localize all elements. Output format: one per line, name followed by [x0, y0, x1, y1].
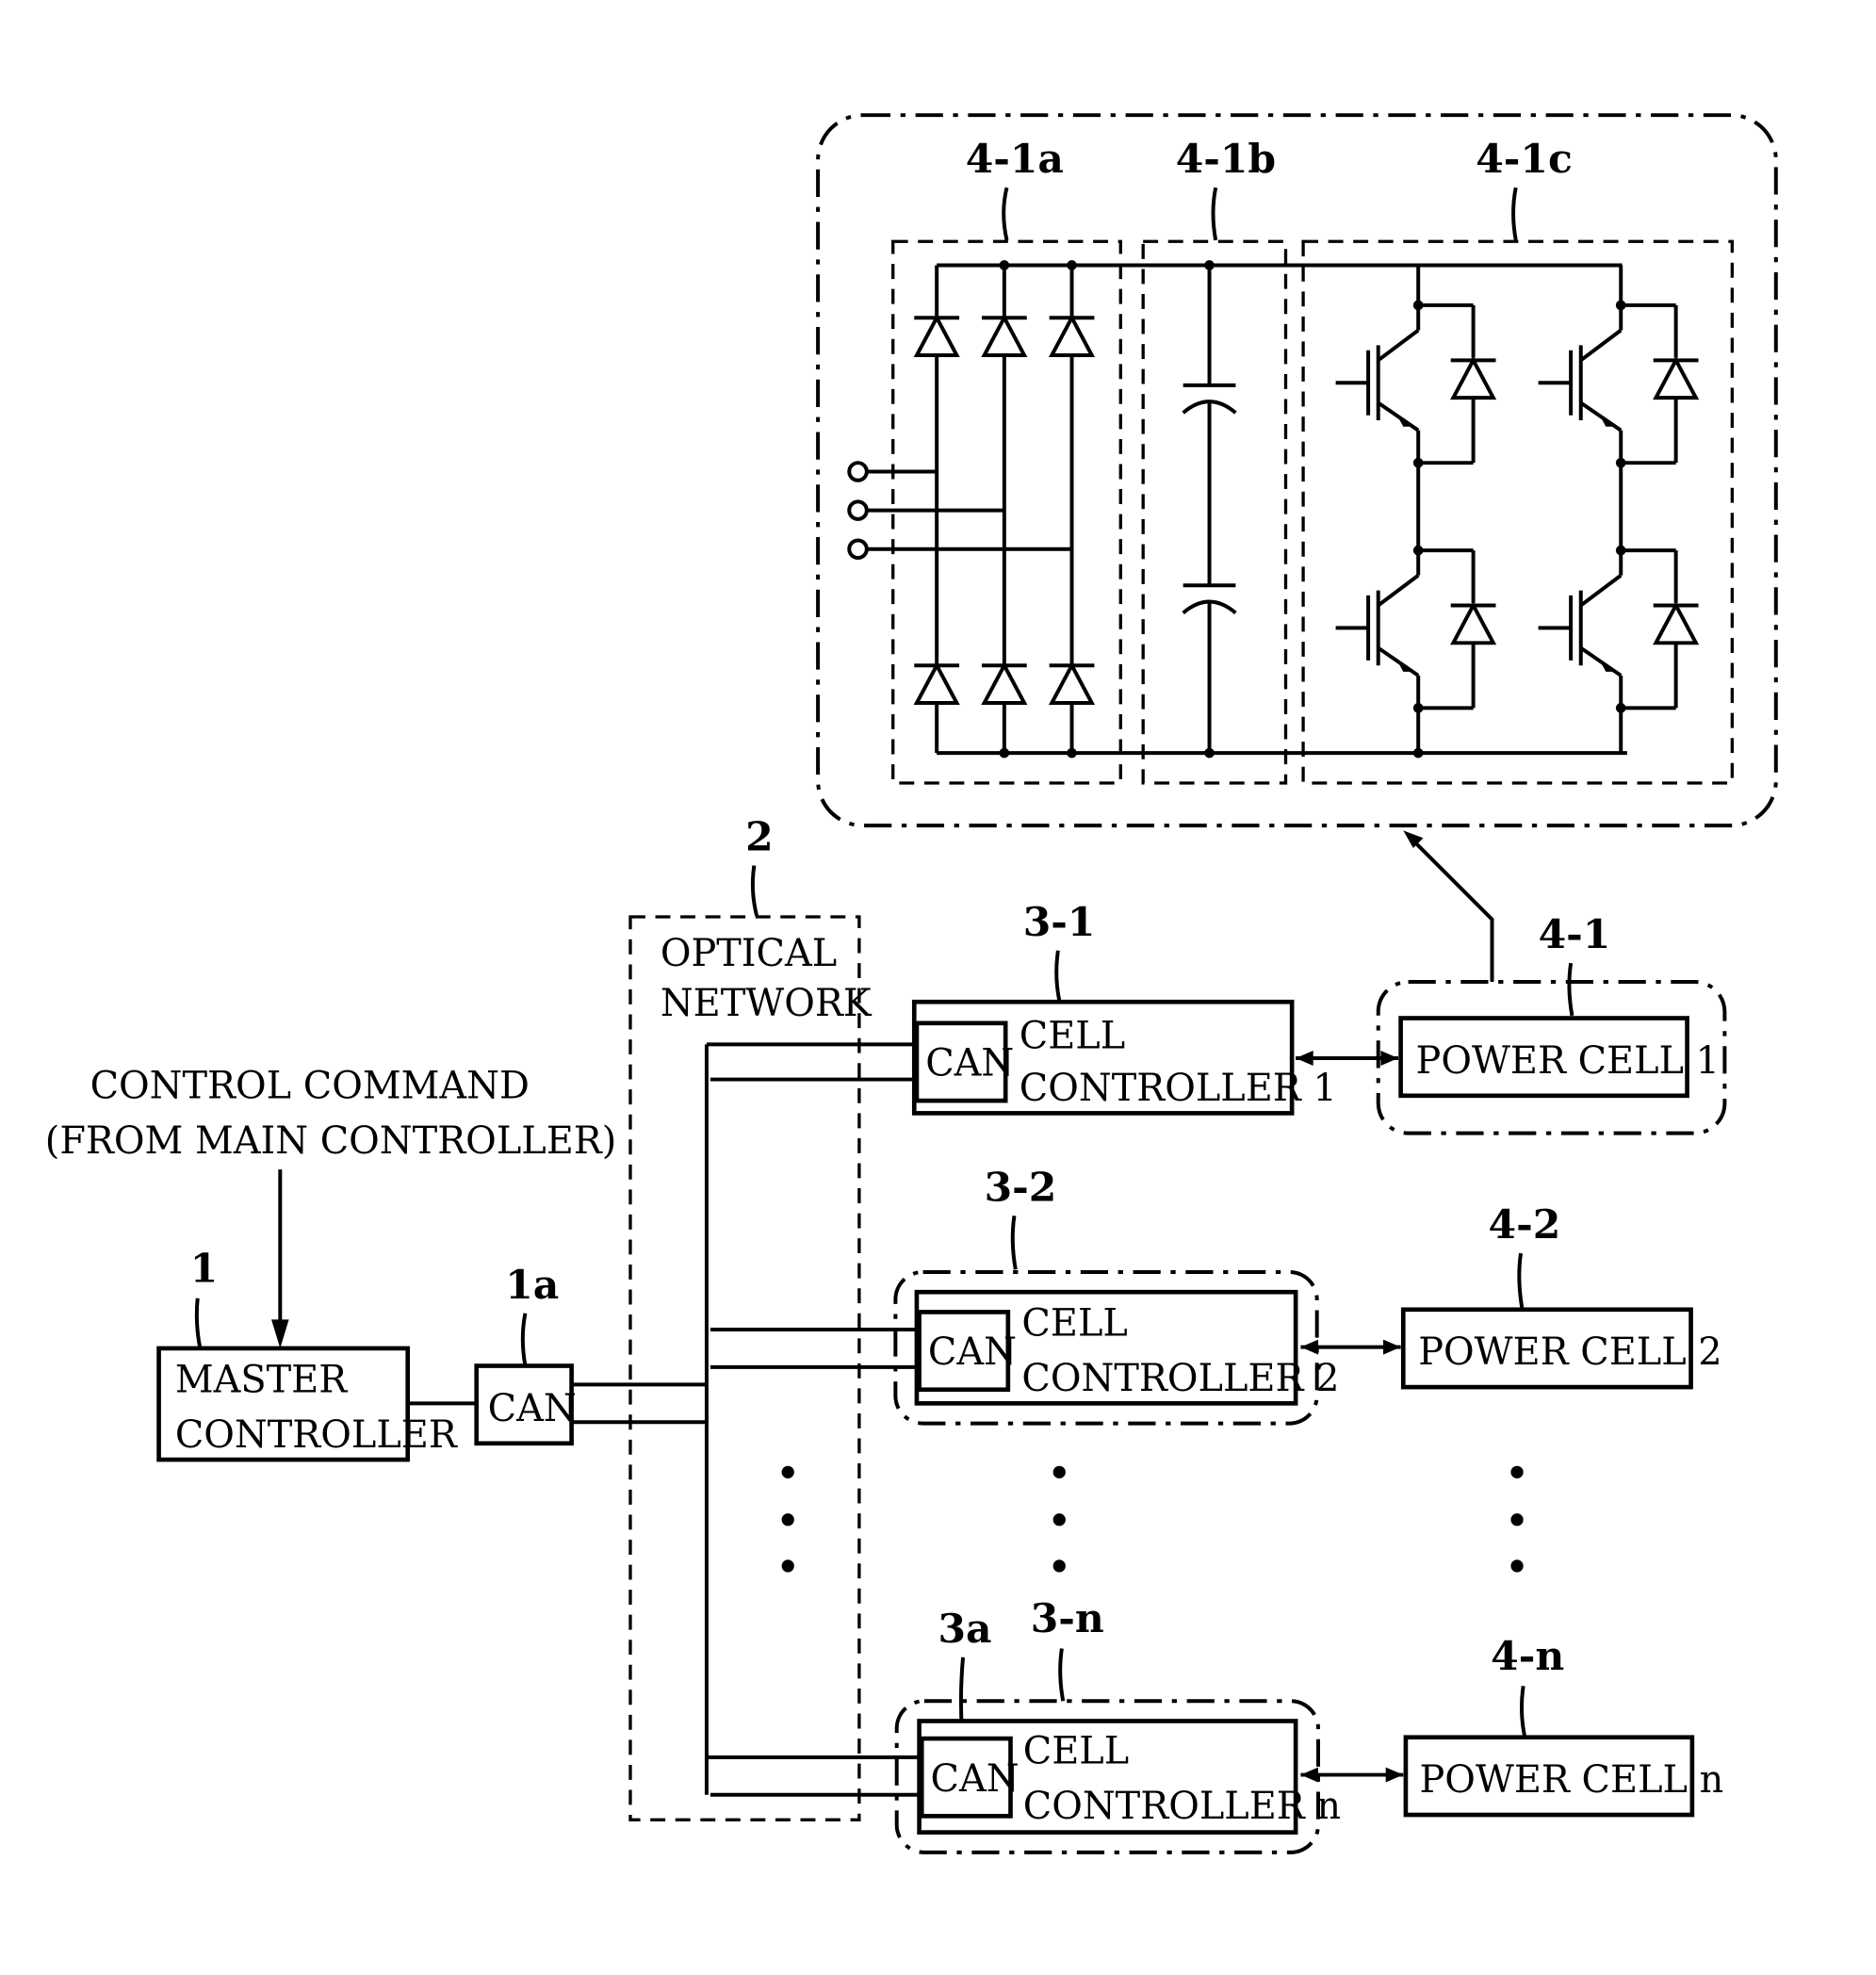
power-cell-n-label: POWER CELL n: [1420, 1758, 1724, 1802]
optical-network-label: OPTICAL: [661, 932, 837, 975]
control-command-source: (FROM MAIN CONTROLLER): [45, 1119, 616, 1163]
cell-controller-2-label: CELL: [1021, 1302, 1127, 1346]
dc-link-capacitors: [1182, 260, 1237, 759]
igbt-icon: [1335, 545, 1497, 713]
power-cell-1-label: POWER CELL 1: [1416, 1039, 1720, 1083]
power-cell-2-label: POWER CELL 2: [1418, 1330, 1721, 1374]
dc-link-ref: 4-1b: [1176, 136, 1276, 183]
diode-icon: [913, 313, 960, 358]
igbt-icon: [1538, 300, 1700, 468]
igbt-icon: [1335, 300, 1497, 468]
diode-icon: [913, 661, 960, 706]
ac-input-terminals: [847, 461, 1072, 561]
power-cell-1-ref: 4-1: [1539, 911, 1611, 958]
diode-icon: [981, 661, 1028, 706]
master-controller-label-2: CONTROLLER: [175, 1413, 458, 1457]
detail-callout-arrow: [1411, 839, 1494, 983]
can-3a-ref: 3a: [938, 1606, 992, 1653]
master-controller-label: MASTER: [175, 1358, 348, 1401]
cell-controller-2-ref: 3-2: [985, 1164, 1057, 1211]
power-cell-detail-boundary: [816, 113, 1778, 828]
cell-controller-n-label-2: CONTROLLER n: [1023, 1785, 1341, 1828]
cell-controller-n-label: CELL: [1023, 1730, 1129, 1773]
cell-controller-1-ref: 3-1: [1023, 899, 1096, 946]
diode-icon: [981, 313, 1028, 358]
optical-network-label-2: NETWORK: [661, 982, 873, 1025]
control-command-label: CONTROL COMMAND: [90, 1064, 530, 1107]
cell-controller-1-can-label: CAN: [925, 1042, 1014, 1085]
inverter-igbt-bridge: [1335, 265, 1700, 759]
cell-controller-1-label: CELL: [1020, 1014, 1125, 1057]
cell-controller-n-can-label: CAN: [931, 1757, 1020, 1801]
inverter-section: [1301, 239, 1735, 785]
system-diagram: 4-1a 4-1b 4-1c CONTROL COMMAND (FROM MAI…: [45, 113, 1778, 1854]
cell-controller-1-label-2: CONTROLLER 1: [1020, 1067, 1337, 1110]
power-cell-2-ref: 4-2: [1489, 1201, 1561, 1249]
dc-link-section: [1141, 239, 1288, 785]
cell-controller-2-can-label: CAN: [928, 1330, 1017, 1374]
diode-icon: [1048, 661, 1096, 706]
cell-controller-n-ref: 3-n: [1031, 1595, 1104, 1642]
inverter-ref: 4-1c: [1476, 136, 1573, 183]
master-ref: 1: [190, 1246, 219, 1293]
power-cell-n-ref: 4-n: [1491, 1633, 1564, 1680]
master-can-label: CAN: [488, 1387, 577, 1430]
rectifier-ref: 4-1a: [966, 136, 1064, 183]
diode-icon: [1048, 313, 1096, 358]
master-can-ref: 1a: [505, 1262, 559, 1309]
network-ref: 2: [745, 814, 774, 861]
cell-controller-2-label-2: CONTROLLER 2: [1021, 1357, 1339, 1400]
igbt-icon: [1538, 545, 1700, 713]
